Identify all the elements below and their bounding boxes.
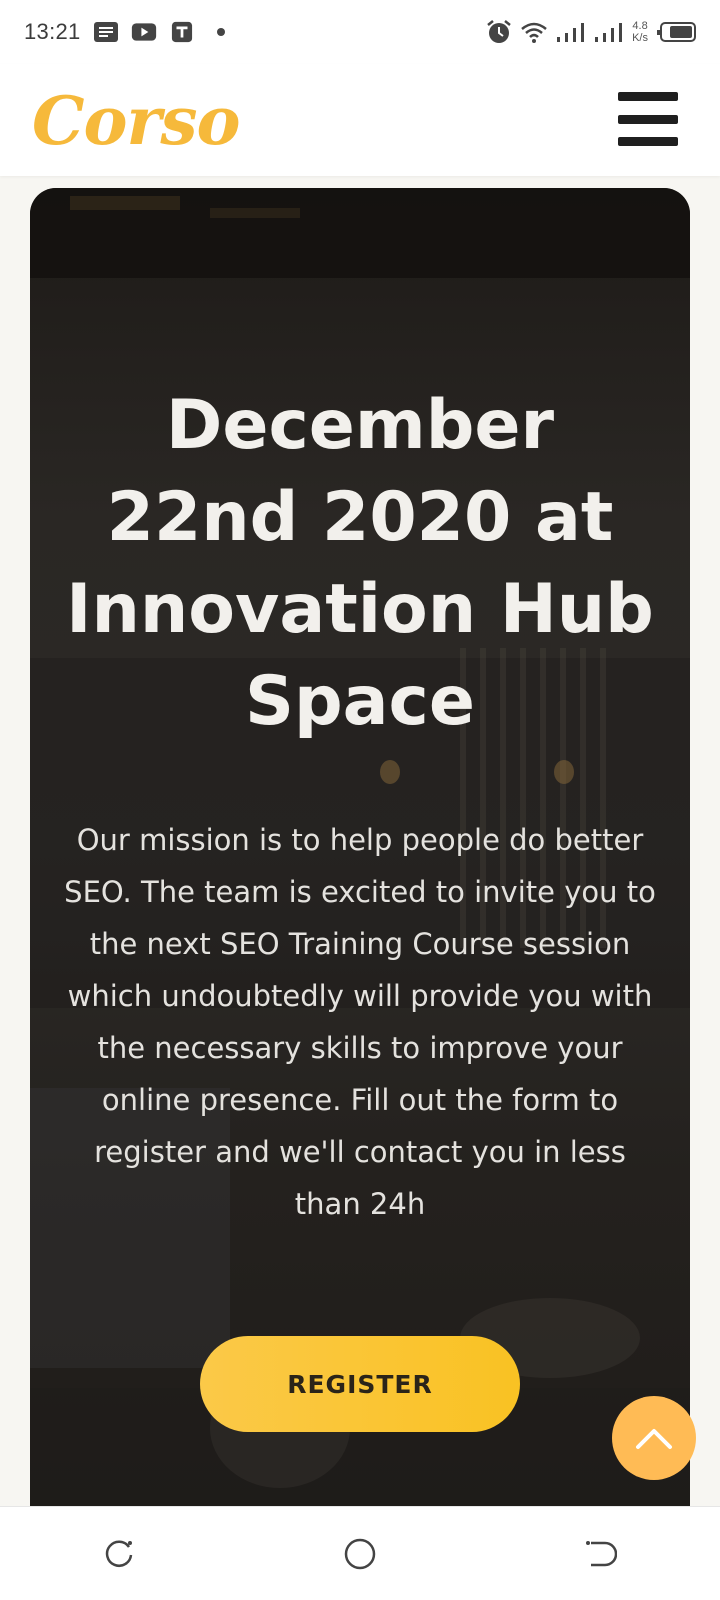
network-speed: 4.8 K/s <box>632 20 648 44</box>
status-right-icons: 4.8 K/s <box>486 19 696 45</box>
alarm-icon <box>487 20 511 43</box>
recents-icon <box>105 1539 133 1567</box>
network-speed-value: 4.8 <box>632 20 648 32</box>
hamburger-menu-icon <box>618 137 678 146</box>
wifi-icon <box>521 22 547 43</box>
network-speed-unit: K/s <box>632 32 648 44</box>
back-button[interactable] <box>570 1524 630 1584</box>
system-navigation-bar <box>0 1506 720 1600</box>
status-left-icons <box>93 21 225 43</box>
hamburger-menu-icon <box>618 92 678 101</box>
site-header: Corso <box>0 64 720 176</box>
home-button[interactable] <box>330 1524 390 1584</box>
hero-title: December 22nd 2020 at Innovation Hub Spa… <box>66 386 654 741</box>
youtube-icon <box>131 23 156 41</box>
status-bar: 13:21 4.8 K/s <box>0 0 720 64</box>
signal-icon <box>557 23 585 42</box>
battery-icon <box>657 22 696 42</box>
notes-icon <box>93 22 118 42</box>
scroll-to-top-button[interactable] <box>612 1396 696 1480</box>
home-icon <box>344 1538 376 1569</box>
t-app-icon <box>171 21 192 43</box>
corso-logo[interactable]: Corso <box>32 82 241 160</box>
signal-icon <box>595 23 623 42</box>
recents-button[interactable] <box>90 1524 150 1584</box>
chevron-up-icon <box>636 1429 672 1449</box>
notification-dot-icon <box>216 28 225 36</box>
hero-description: Our mission is to help people do better … <box>64 823 656 1221</box>
register-button[interactable]: REGISTER <box>200 1336 520 1432</box>
hamburger-menu-button[interactable] <box>618 92 678 146</box>
back-icon <box>586 1540 617 1566</box>
hero-section: December 22nd 2020 at Innovation Hub Spa… <box>30 188 690 1508</box>
hamburger-menu-icon <box>618 114 678 124</box>
status-time: 13:21 <box>24 19 81 44</box>
